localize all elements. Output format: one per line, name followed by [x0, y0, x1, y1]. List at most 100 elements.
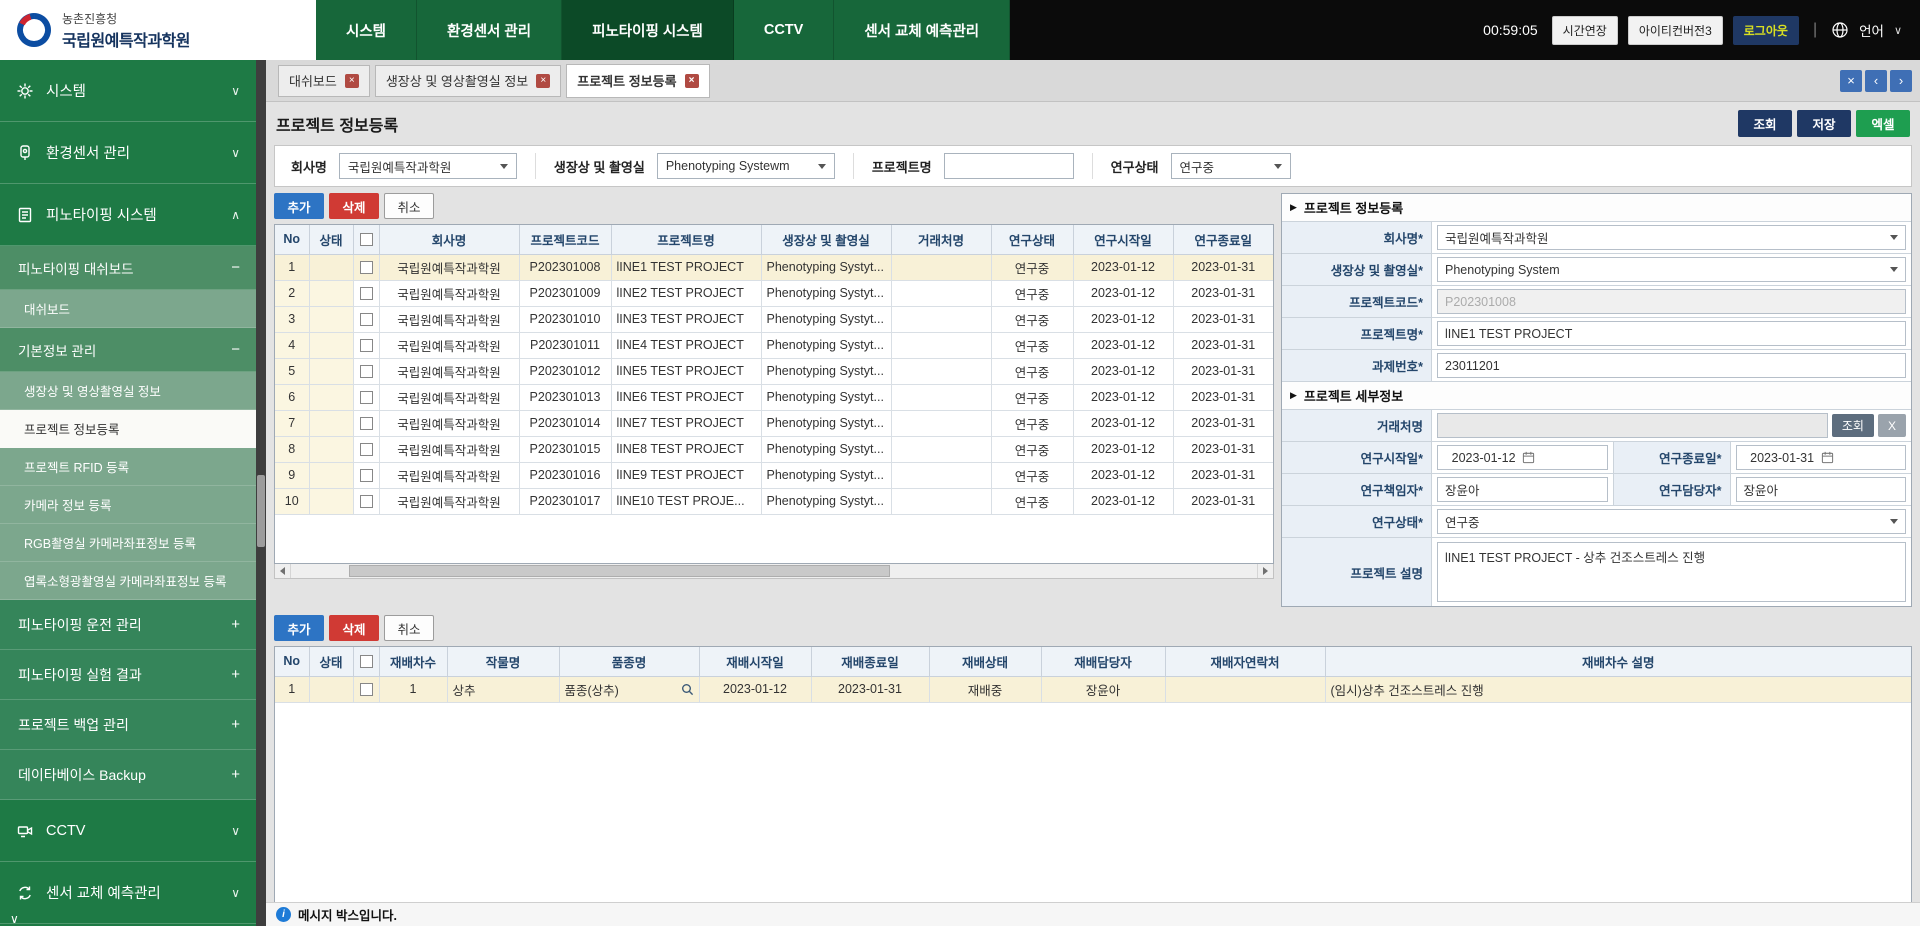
- delete-row-button[interactable]: 삭제: [329, 193, 379, 219]
- col-start[interactable]: 연구시작일: [1073, 225, 1173, 254]
- language-label[interactable]: 언어: [1859, 20, 1884, 40]
- row-checkbox[interactable]: [360, 391, 373, 404]
- col-no[interactable]: No: [275, 225, 309, 254]
- row-checkbox[interactable]: [360, 313, 373, 326]
- nav-item-phenotyping[interactable]: 피노타이핑 시스템: [562, 0, 734, 60]
- next-tab-button[interactable]: ›: [1890, 70, 1912, 92]
- sidebar-item-camera-info[interactable]: 카메라 정보 등록: [0, 486, 256, 524]
- col-company[interactable]: 회사명: [379, 225, 519, 254]
- sidebar-item-env-sensor[interactable]: 환경센서 관리 ∨: [0, 122, 256, 184]
- row-checkbox[interactable]: [360, 469, 373, 482]
- manager-input[interactable]: 장윤아: [1736, 477, 1907, 502]
- nav-item-system[interactable]: 시스템: [316, 0, 417, 60]
- table-row[interactable]: 2 국립원예특작과학원 P202301009 lINE2 TEST PROJEC…: [275, 280, 1273, 306]
- end-date-input[interactable]: 2023-01-31: [1736, 445, 1907, 470]
- sidebar-item-project-backup[interactable]: 프로젝트 백업 관리 +: [0, 700, 256, 750]
- search-icon[interactable]: [681, 683, 694, 696]
- col-name[interactable]: 프로젝트명: [611, 225, 761, 254]
- select-all-checkbox[interactable]: [360, 655, 373, 668]
- sidebar-item-operation-mgmt[interactable]: 피노타이핑 운전 관리 +: [0, 600, 256, 650]
- sidebar-item-dashboard[interactable]: 대쉬보드: [0, 290, 256, 328]
- research-status-select[interactable]: 연구중: [1437, 509, 1906, 534]
- sidebar-scroll-down-icon[interactable]: ∨: [10, 912, 19, 926]
- client-input[interactable]: [1437, 413, 1828, 438]
- col-code[interactable]: 프로젝트코드: [519, 225, 611, 254]
- close-icon[interactable]: ×: [536, 74, 550, 88]
- project-name-field[interactable]: lINE1 TEST PROJECT: [1437, 321, 1906, 346]
- save-button[interactable]: 저장: [1797, 110, 1851, 137]
- row-checkbox[interactable]: [360, 417, 373, 430]
- client-clear-button[interactable]: X: [1878, 414, 1906, 437]
- col-grow-status[interactable]: 재배상태: [929, 647, 1041, 676]
- search-button[interactable]: 조회: [1738, 110, 1792, 137]
- prev-tab-button[interactable]: ‹: [1865, 70, 1887, 92]
- col-status[interactable]: 연구상태: [991, 225, 1073, 254]
- select-all-checkbox[interactable]: [360, 233, 373, 246]
- globe-icon[interactable]: [1831, 21, 1849, 39]
- scroll-right-arrow[interactable]: [1257, 564, 1273, 578]
- nav-item-env-sensor[interactable]: 환경센서 관리: [417, 0, 562, 60]
- status-filter-select[interactable]: 연구중: [1171, 153, 1291, 179]
- table-row[interactable]: 5 국립원예특작과학원 P202301012 lINE5 TEST PROJEC…: [275, 358, 1273, 384]
- sidebar-item-project-register[interactable]: 프로젝트 정보등록: [0, 410, 256, 448]
- tab-chamber-info[interactable]: 생장상 및 영상촬영실 정보 ×: [375, 65, 561, 97]
- excel-button[interactable]: 엑셀: [1856, 110, 1910, 137]
- scrollbar-track[interactable]: [291, 564, 1257, 578]
- col-chamber[interactable]: 생장상 및 촬영실: [761, 225, 891, 254]
- col-manager[interactable]: 재배담당자: [1041, 647, 1165, 676]
- row-checkbox[interactable]: [360, 683, 373, 696]
- nav-item-cctv[interactable]: CCTV: [734, 0, 834, 60]
- col-end[interactable]: 연구종료일: [1173, 225, 1273, 254]
- row-checkbox[interactable]: [360, 339, 373, 352]
- add-row-button[interactable]: 추가: [274, 615, 324, 641]
- col-crop[interactable]: 작물명: [447, 647, 559, 676]
- col-order[interactable]: 재배차수: [379, 647, 447, 676]
- tab-project-register[interactable]: 프로젝트 정보등록 ×: [566, 64, 709, 98]
- col-start[interactable]: 재배시작일: [699, 647, 811, 676]
- table-row[interactable]: 1 1 상추 품종(상추): [275, 676, 1911, 702]
- row-checkbox[interactable]: [360, 365, 373, 378]
- cancel-button[interactable]: 취소: [384, 615, 434, 641]
- table-row[interactable]: 7 국립원예특작과학원 P202301014 lINE7 TEST PROJEC…: [275, 410, 1273, 436]
- vertical-scrollbar[interactable]: [256, 60, 266, 926]
- scrollbar-thumb[interactable]: [349, 565, 890, 577]
- chevron-down-icon[interactable]: ∨: [1894, 24, 1902, 37]
- close-icon[interactable]: ×: [345, 74, 359, 88]
- col-state[interactable]: 상태: [309, 647, 353, 676]
- extend-time-button[interactable]: 시간연장: [1552, 16, 1618, 45]
- row-checkbox[interactable]: [360, 287, 373, 300]
- add-row-button[interactable]: 추가: [274, 193, 324, 219]
- calendar-icon[interactable]: [1522, 451, 1599, 464]
- sidebar-item-system[interactable]: 시스템 ∨: [0, 60, 256, 122]
- task-number-field[interactable]: 23011201: [1437, 353, 1906, 378]
- delete-row-button[interactable]: 삭제: [329, 615, 379, 641]
- sidebar-item-sensor-predict[interactable]: 센서 교체 예측관리 ∨: [0, 862, 256, 924]
- close-icon[interactable]: ×: [685, 74, 699, 88]
- project-desc-textarea[interactable]: lINE1 TEST PROJECT - 상추 건조스트레스 진행: [1437, 542, 1906, 602]
- col-contact[interactable]: 재배자연락처: [1165, 647, 1325, 676]
- col-no[interactable]: No: [275, 647, 309, 676]
- col-desc[interactable]: 재배차수 설명: [1325, 647, 1911, 676]
- sidebar-item-chamber-info[interactable]: 생장상 및 영상촬영실 정보: [0, 372, 256, 410]
- account-button[interactable]: 아이티컨버전3: [1628, 16, 1723, 45]
- table-row[interactable]: 8 국립원예특작과학원 P202301015 lINE8 TEST PROJEC…: [275, 436, 1273, 462]
- vertical-scrollbar-thumb[interactable]: [257, 475, 265, 547]
- client-search-button[interactable]: 조회: [1832, 414, 1874, 437]
- table-row[interactable]: 10 국립원예특작과학원 P202301017 lINE10 TEST PROJ…: [275, 488, 1273, 514]
- sidebar-item-cctv[interactable]: CCTV ∨: [0, 800, 256, 862]
- chamber-filter-select[interactable]: Phenotyping Systewm: [657, 153, 835, 179]
- sidebar-item-basic-info[interactable]: 기본정보 관리 −: [0, 328, 256, 372]
- company-filter-select[interactable]: 국립원예특작과학원: [339, 153, 517, 179]
- sidebar-item-phenotyping-dashboard[interactable]: 피노타이핑 대쉬보드 −: [0, 246, 256, 290]
- tab-dashboard[interactable]: 대쉬보드 ×: [278, 65, 370, 97]
- col-client[interactable]: 거래처명: [891, 225, 991, 254]
- table-row[interactable]: 6 국립원예특작과학원 P202301013 lINE6 TEST PROJEC…: [275, 384, 1273, 410]
- table-row[interactable]: 4 국립원예특작과학원 P202301011 lINE4 TEST PROJEC…: [275, 332, 1273, 358]
- company-select[interactable]: 국립원예특작과학원: [1437, 225, 1906, 250]
- cancel-button[interactable]: 취소: [384, 193, 434, 219]
- start-date-input[interactable]: 2023-01-12: [1437, 445, 1608, 470]
- horizontal-scrollbar[interactable]: [274, 564, 1274, 579]
- nav-item-sensor-predict[interactable]: 센서 교체 예측관리: [834, 0, 1010, 60]
- table-row[interactable]: 3 국립원예특작과학원 P202301010 lINE3 TEST PROJEC…: [275, 306, 1273, 332]
- project-name-input[interactable]: [944, 153, 1074, 179]
